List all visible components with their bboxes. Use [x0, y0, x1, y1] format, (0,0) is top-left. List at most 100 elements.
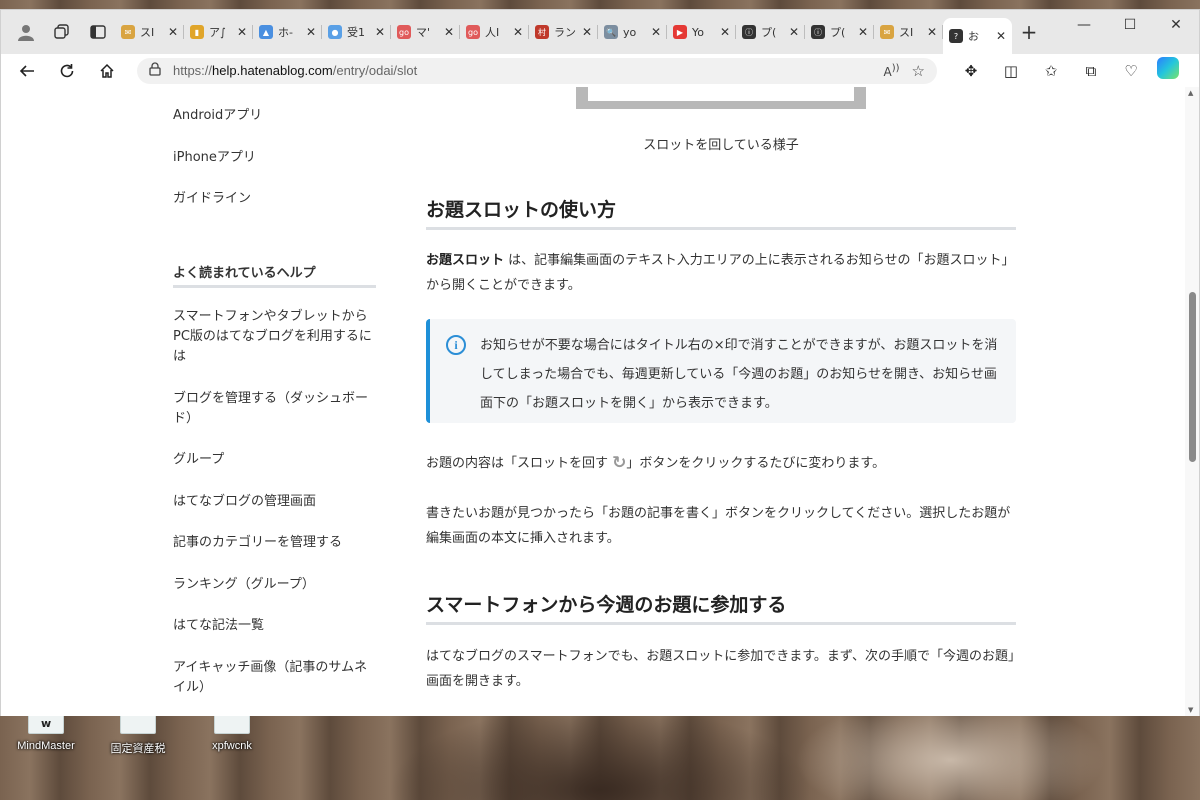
- tab-label: スI: [899, 26, 914, 39]
- tab-close-icon[interactable]: ✕: [651, 25, 661, 39]
- tab-close-icon[interactable]: ✕: [375, 25, 385, 39]
- minimize-button[interactable]: —: [1061, 10, 1107, 40]
- copilot-icon[interactable]: [1157, 56, 1179, 79]
- desktop-icons: w MindMaster 固定資産税 xpfwcnk: [0, 712, 1200, 800]
- vertical-scrollbar[interactable]: ▲ ▼: [1185, 87, 1199, 716]
- lock-icon[interactable]: [149, 62, 161, 79]
- sidebar-link-guidelines[interactable]: ガイドライン: [173, 189, 378, 209]
- refresh-button[interactable]: [49, 57, 85, 85]
- split-screen-icon[interactable]: ◫: [993, 57, 1029, 85]
- tab-close-icon[interactable]: ✕: [168, 25, 178, 39]
- tab-label: ホ-: [278, 26, 293, 39]
- reload-icon: ↻: [612, 453, 627, 473]
- read-aloud-icon[interactable]: A)): [884, 63, 900, 79]
- tabs: ✉ スI ✕ ▮ ア∫ ✕ ▲ ホ- ✕ ● 受1 ✕ go マ' ✕ go 人I ✕ 村ラン ✕ 🔍 yo ✕ ▶ Yo ✕ ⓘ プ…: [115, 10, 1012, 54]
- extensions-icon[interactable]: ✥: [953, 57, 989, 85]
- tab[interactable]: ▶ Yo ✕: [667, 16, 736, 48]
- paragraph-intro: お題スロット は、記事編集画面のテキスト入力エリアの上に表示されるお知らせの「お…: [426, 253, 1015, 293]
- tab[interactable]: 村ラン ✕: [529, 16, 598, 48]
- tab[interactable]: ✉ スI ✕: [874, 16, 943, 48]
- tab[interactable]: go 人I ✕: [460, 16, 529, 48]
- tab-close-icon[interactable]: ✕: [720, 25, 730, 39]
- tab-favicon-icon: ▲: [259, 25, 273, 39]
- desktop-icon-label: MindMaster: [17, 740, 75, 752]
- tab-favicon-icon: go: [466, 25, 480, 39]
- tab-close-icon[interactable]: ✕: [789, 25, 799, 39]
- desktop-icon-label: 固定資産税: [110, 743, 166, 755]
- tab[interactable]: 🔍 yo ✕: [598, 16, 667, 48]
- address-toolbar: https://help.hatenablog.com/entry/odai/s…: [1, 54, 1199, 87]
- tab-favicon-icon: ⓘ: [742, 25, 756, 39]
- favorite-star-icon[interactable]: ☆: [912, 62, 925, 80]
- tab-close-icon[interactable]: ✕: [582, 25, 592, 39]
- tab-label: お: [968, 30, 979, 43]
- tab-label: 受1: [347, 26, 365, 39]
- tab-strip: ✉ スI ✕ ▮ ア∫ ✕ ▲ ホ- ✕ ● 受1 ✕ go マ' ✕ go 人I ✕ 村ラン ✕ 🔍 yo ✕ ▶ Yo ✕ ⓘ プ…: [1, 10, 1199, 54]
- sidebar-link-admin-screen[interactable]: はてなブログの管理画面: [173, 492, 378, 512]
- tab-favicon-icon: ✉: [880, 25, 894, 39]
- paragraph-spin: お題の内容は「スロットを回す ↻」ボタンをクリックするたびに変わります。: [426, 451, 1016, 476]
- tab-close-icon[interactable]: ✕: [513, 25, 523, 39]
- tab[interactable]: go マ' ✕: [391, 16, 460, 48]
- tab[interactable]: ✉ スI ✕: [115, 16, 184, 48]
- address-bar[interactable]: https://help.hatenablog.com/entry/odai/s…: [137, 57, 937, 84]
- tab-actions-icon[interactable]: [81, 17, 115, 47]
- scroll-down-icon[interactable]: ▼: [1188, 706, 1193, 714]
- sidebar-link-categories[interactable]: 記事のカテゴリーを管理する: [173, 533, 378, 553]
- tab-label: プ(: [761, 26, 777, 39]
- sidebar-link-hatena-notation[interactable]: はてな記法一覧: [173, 616, 378, 636]
- tab-favicon-icon: ▶: [673, 25, 687, 39]
- scroll-up-icon[interactable]: ▲: [1188, 89, 1193, 97]
- tab[interactable]: ⓘ プ( ✕: [736, 16, 805, 48]
- sidebar-link-ranking[interactable]: ランキング（グループ）: [173, 575, 378, 595]
- workspaces-icon[interactable]: [45, 17, 79, 47]
- tab-close-icon[interactable]: ✕: [444, 25, 454, 39]
- tab-close-icon[interactable]: ✕: [237, 25, 247, 39]
- sidebar-link-dashboard[interactable]: ブログを管理する（ダッシュボード）: [173, 389, 378, 429]
- tab[interactable]: ▮ ア∫ ✕: [184, 16, 253, 48]
- paragraph-write: 書きたいお題が見つかったら「お題の記事を書く」ボタンをクリックしてください。選択…: [426, 506, 1011, 546]
- image-caption: スロットを回している様子: [643, 138, 799, 153]
- sidebar-link-eyecatch[interactable]: アイキャッチ画像（記事のサムネイル）: [173, 658, 378, 698]
- tab-favicon-icon: ▮: [190, 25, 204, 39]
- scrollbar-thumb[interactable]: [1189, 292, 1196, 462]
- desktop-icon-mindmaster[interactable]: w MindMaster: [6, 712, 86, 752]
- sidebar-link-android-app[interactable]: Androidアプリ: [173, 106, 378, 126]
- page-viewport: Androidアプリ iPhoneアプリ ガイドライン よく読まれているヘルプ …: [1, 87, 1199, 716]
- sidebar-link-iphone-app[interactable]: iPhoneアプリ: [173, 148, 378, 168]
- tab[interactable]: ▲ ホ- ✕: [253, 16, 322, 48]
- browser-essentials-icon[interactable]: ♡: [1113, 57, 1149, 85]
- desktop-icon-xpfwcnk[interactable]: xpfwcnk: [192, 712, 272, 752]
- tab-active[interactable]: ? お ✕: [943, 18, 1012, 54]
- url-text[interactable]: https://help.hatenablog.com/entry/odai/s…: [173, 63, 872, 78]
- tab-close-icon[interactable]: ✕: [927, 25, 937, 39]
- tab-label: ラン: [554, 26, 576, 39]
- collections-icon[interactable]: ⧉: [1073, 57, 1109, 85]
- tab-label: スI: [140, 26, 155, 39]
- tab[interactable]: ⓘ プ( ✕: [805, 16, 874, 48]
- tab[interactable]: ● 受1 ✕: [322, 16, 391, 48]
- tab-close-icon[interactable]: ✕: [306, 25, 316, 39]
- tab-close-icon[interactable]: ✕: [996, 29, 1006, 43]
- favorites-icon[interactable]: ✩: [1033, 57, 1069, 85]
- close-window-button[interactable]: ✕: [1153, 10, 1199, 40]
- desktop-icon-property-tax[interactable]: 固定資産税: [98, 712, 178, 756]
- tab-label: yo: [623, 25, 637, 39]
- tab-favicon-icon: ⓘ: [811, 25, 825, 39]
- maximize-button[interactable]: ☐: [1107, 10, 1153, 40]
- window-controls: — ☐ ✕: [1061, 10, 1199, 40]
- tab-label: 人I: [485, 26, 500, 39]
- profile-icon[interactable]: [9, 17, 43, 47]
- sidebar-link-group[interactable]: グループ: [173, 450, 378, 470]
- back-button[interactable]: [9, 57, 45, 85]
- sidebar-link-pc-version[interactable]: スマートフォンやタブレットからPC版のはてなブログを利用するには: [173, 307, 378, 367]
- tab-favicon-icon: ✉: [121, 25, 135, 39]
- desktop-icon-label: xpfwcnk: [212, 740, 252, 752]
- new-tab-button[interactable]: +: [1012, 20, 1046, 44]
- home-button[interactable]: [89, 57, 125, 85]
- slot-screenshot-image: [576, 87, 866, 109]
- tab-close-icon[interactable]: ✕: [858, 25, 868, 39]
- tab-label: マ': [416, 26, 431, 39]
- tab-label: プ(: [830, 26, 846, 39]
- info-box: i お知らせが不要な場合にはタイトル右の×印で消すことができますが、お題スロット…: [426, 319, 1016, 423]
